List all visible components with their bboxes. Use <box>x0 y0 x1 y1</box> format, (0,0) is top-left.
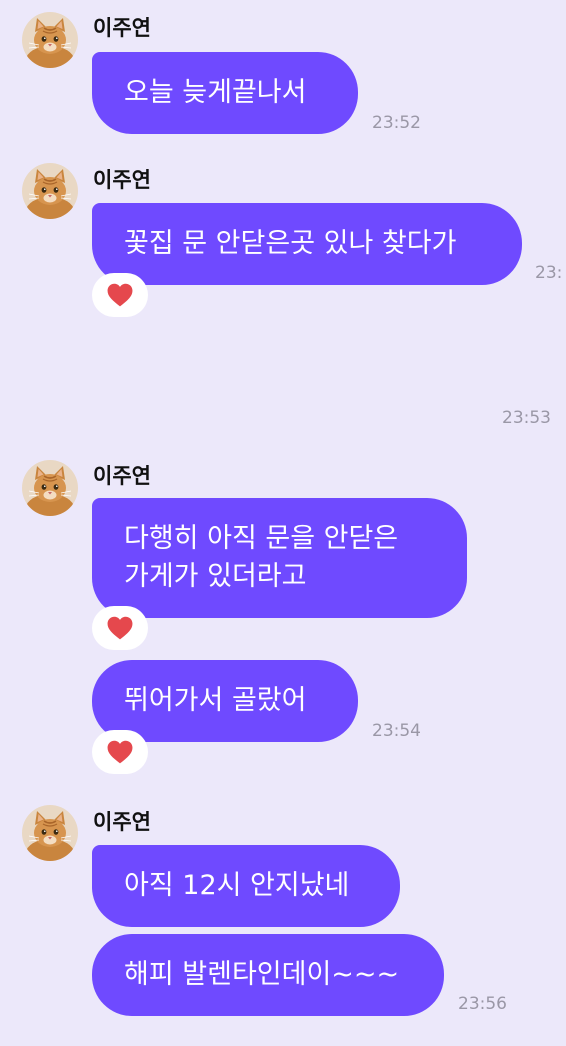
heart-reaction[interactable] <box>92 606 148 650</box>
sender-avatar-cat-icon[interactable] <box>22 805 78 861</box>
message-bubble[interactable]: 해피 발렌타인데이~~~ <box>92 934 444 1016</box>
heart-icon <box>107 283 133 307</box>
message-text: 다행히 아직 문을 안닫은 <box>124 523 399 554</box>
message-bubble[interactable]: 뛰어가서 골랐어 <box>92 660 358 742</box>
sender-name: 이주연 <box>93 810 151 834</box>
sender-name: 이주연 <box>93 168 151 192</box>
sender-name: 이주연 <box>93 16 151 40</box>
message-bubble[interactable]: 꽃집 문 안닫은곳 있나 찾다가 <box>92 203 522 285</box>
message-text: 뛰어가서 골랐어 <box>124 685 307 716</box>
sender-avatar-cat-icon[interactable] <box>22 460 78 516</box>
heart-icon <box>107 740 133 764</box>
message-timestamp: 23:54 <box>372 721 421 741</box>
message-timestamp: 23:53 <box>502 408 551 428</box>
message-timestamp: 23:52 <box>372 113 421 133</box>
message-bubble[interactable]: 아직 12시 안지났네 <box>92 845 400 927</box>
sender-avatar-cat-icon[interactable] <box>22 163 78 219</box>
message-bubble[interactable]: 다행히 아직 문을 안닫은 가게가 있더라고 <box>92 498 467 618</box>
heart-reaction[interactable] <box>92 273 148 317</box>
message-text: 가게가 있더라고 <box>124 561 307 592</box>
message-timestamp: 23:56 <box>458 994 507 1014</box>
message-text: 해피 발렌타인데이~~~ <box>124 959 400 990</box>
sender-name: 이주연 <box>93 464 151 488</box>
message-text: 아직 12시 안지났네 <box>124 870 350 901</box>
sender-avatar-cat-icon[interactable] <box>22 12 78 68</box>
heart-reaction[interactable] <box>92 730 148 774</box>
heart-icon <box>107 616 133 640</box>
message-timestamp: 23: <box>535 263 563 283</box>
message-text: 오늘 늦게끝나서 <box>124 77 307 108</box>
message-bubble[interactable]: 오늘 늦게끝나서 <box>92 52 358 134</box>
message-text: 꽃집 문 안닫은곳 있나 찾다가 <box>124 228 457 259</box>
